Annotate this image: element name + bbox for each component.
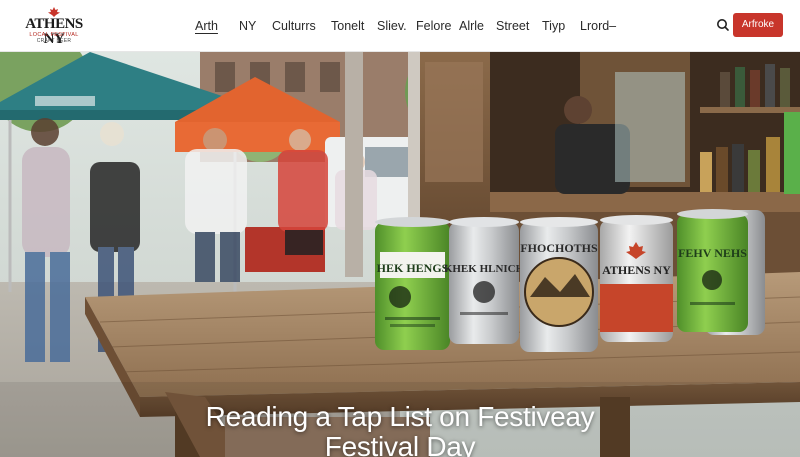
nav-item-alrle[interactable]: Alrle bbox=[459, 16, 496, 36]
logo-tagline: CRAFT BEER bbox=[36, 38, 72, 44]
beer-can-3: FHOCHOTHS bbox=[520, 217, 598, 352]
can-2-label: KHEK HLNICH bbox=[444, 263, 525, 275]
nav-item-lrord[interactable]: Lrord– bbox=[580, 16, 616, 36]
cta-button[interactable]: Arfroke bbox=[733, 13, 783, 37]
nav-item-tonelt[interactable]: Tonelt bbox=[331, 16, 377, 36]
site-header: ATHENS NY LOCAL FESTIVAL CRAFT BEER Arth… bbox=[0, 0, 800, 52]
nav-item-sliev[interactable]: Sliev. bbox=[377, 16, 416, 36]
can-3-label: FHOCHOTHS bbox=[520, 241, 598, 255]
beer-can-5: FEHV NEHS bbox=[677, 209, 748, 332]
hero-title: Reading a Tap List on Festiveay Festival… bbox=[0, 402, 800, 457]
beer-can-1: HEK HENGS bbox=[375, 217, 450, 350]
nav-item-felore[interactable]: Felore bbox=[416, 16, 459, 36]
beer-can-2: KHEK HLNICH bbox=[444, 217, 525, 344]
hero-photo: HEK HENGS KHEK HLNICH FHOCHOTHS ATHENS N… bbox=[0, 52, 800, 457]
hero-title-line-2: Festival Day bbox=[324, 431, 476, 457]
hero-title-line-1: Reading a Tap List on Festiveay bbox=[205, 401, 595, 432]
nav-item-ny[interactable]: NY bbox=[239, 16, 272, 36]
nav-item-tiyp[interactable]: Tiyp bbox=[542, 16, 580, 36]
hero-section: HEK HENGS KHEK HLNICH FHOCHOTHS ATHENS N… bbox=[0, 52, 800, 457]
nav-item-street[interactable]: Street bbox=[496, 16, 542, 36]
main-nav: Arth NY Culturrs Tonelt Sliev. Felore Al… bbox=[195, 16, 616, 36]
nav-item-arth[interactable]: Arth bbox=[195, 16, 239, 36]
can-5-label: FEHV NEHS bbox=[678, 246, 747, 260]
beer-can-4: ATHENS NY bbox=[600, 215, 673, 342]
nav-item-culturrs[interactable]: Culturrs bbox=[272, 16, 331, 36]
can-4-label: ATHENS NY bbox=[602, 263, 671, 277]
site-logo[interactable]: ATHENS NY LOCAL FESTIVAL CRAFT BEER bbox=[14, 7, 94, 47]
can-1-label: HEK HENGS bbox=[377, 261, 449, 275]
search-icon[interactable] bbox=[714, 16, 732, 34]
